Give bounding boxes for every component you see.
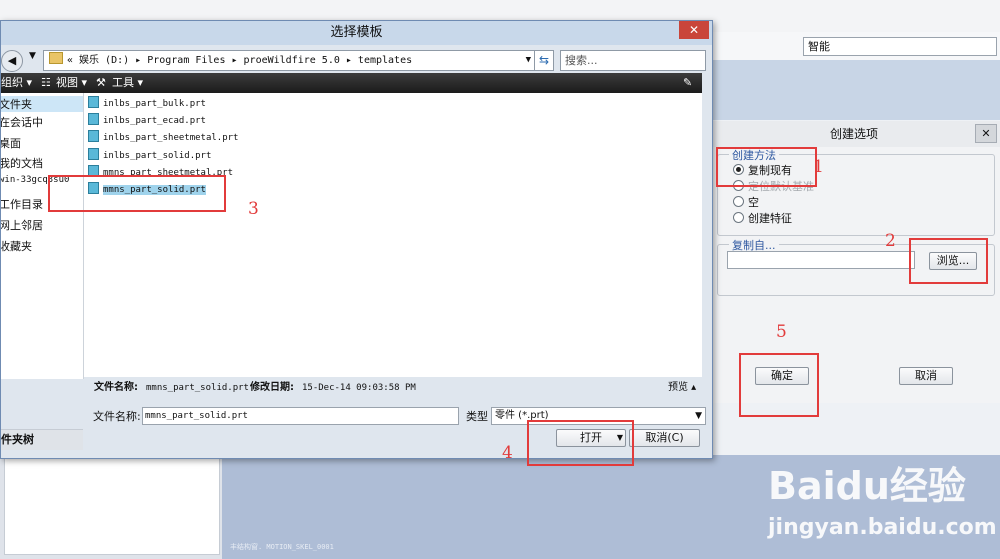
radio-icon [733,196,744,207]
annotation-number-1: 1 [813,157,824,177]
organize-menu[interactable]: 组织 ▾ [1,73,32,93]
annotation-box-2 [909,238,988,284]
list-item[interactable]: inlbs_part_ecad.prt [88,113,206,128]
annotation-number-2: 2 [885,231,896,251]
preview-toggle[interactable]: 预览 ▴ [668,377,696,399]
option-label: 空 [748,196,759,209]
list-item[interactable]: inlbs_part_solid.prt [88,148,211,163]
history-dropdown-icon[interactable]: ▼ [29,51,36,61]
part-file-icon [88,113,99,125]
details-bar: 文件名称: mmns_part_solid.prt 修改日期: 15-Dec-1… [84,377,702,399]
copy-from-input[interactable] [727,251,915,269]
annotation-number-3: 3 [248,199,259,219]
detail-name-label: 文件名称: [94,382,138,393]
tools-menu[interactable]: 工具 ▾ [112,73,143,93]
graphics-area-top [700,60,1000,120]
file-list: inlbs_part_bulk.prt inlbs_part_ecad.prt … [84,93,702,379]
sidebar: 文件夹 在会话中 桌面 我的文档 win-33gcq3su0 工作目录 网上邻居… [1,93,84,379]
annotation-number-4: 4 [502,443,513,463]
grid-icon: ☷ [41,76,51,89]
cancel-button[interactable]: 取消(C) [629,429,700,447]
model-tree-list [4,457,220,555]
sidebar-item-folder[interactable]: 文件夹 [1,96,32,112]
part-file-icon [88,130,99,142]
chevron-down-icon[interactable]: ▼ [526,51,531,70]
detail-name-value: mmns_part_solid.prt [146,383,249,393]
help-icon[interactable]: ✎ [683,73,692,93]
annotation-number-5: 5 [776,322,787,342]
filename-label: 文件名称: [93,410,141,423]
folder-icon [49,52,63,64]
sidebar-item-in-session[interactable]: 在会话中 [1,114,43,130]
annotation-box-3 [48,175,226,212]
model-tree-panel [0,455,222,559]
create-options-close-button[interactable]: ✕ [975,124,997,143]
sidebar-item-working-directory[interactable]: 工作目录 [1,196,43,212]
cancel-button[interactable]: 取消 [899,367,953,385]
sidebar-item-network[interactable]: 网上邻居 [1,217,43,233]
dialog-close-button[interactable]: ✕ [679,21,709,39]
type-label: 类型 [466,410,488,423]
annotation-box-5 [739,353,819,417]
option-create-features[interactable]: 创建特征 [733,210,792,226]
navigation-row: ◀ ▼ « 娱乐 (D:) ▸ Program Files ▸ proeWild… [1,45,712,73]
part-file-icon [88,148,99,160]
create-options-title: 创建选项 [707,121,1000,147]
dialog-title: 选择模板 [1,21,712,45]
sidebar-item-my-documents[interactable]: 我的文档 [1,155,43,171]
list-item[interactable]: inlbs_part_sheetmetal.prt [88,130,238,145]
annotation-box-4 [527,420,634,466]
folder-tree-toggle[interactable]: 件夹树 [1,429,83,450]
annotation-box-1 [716,147,817,187]
search-input[interactable]: 搜索... [560,50,706,71]
select-template-dialog: 选择模板 ✕ ◀ ▼ « 娱乐 (D:) ▸ Program Files ▸ p… [0,20,713,459]
detail-date-value: 15-Dec-14 09:03:58 PM [302,383,416,393]
sidebar-item-desktop[interactable]: 桌面 [1,135,21,151]
filename-input[interactable]: mmns_part_solid.prt [142,407,459,425]
tools-icon: ⚒ [96,76,106,89]
baidu-watermark-url: jingyan.baidu.com [768,515,997,540]
refresh-icon[interactable]: ⇆ [534,50,554,71]
option-empty[interactable]: 空 [733,194,759,210]
part-file-icon [88,96,99,108]
chevron-down-icon: ▼ [695,411,702,421]
views-menu[interactable]: 视图 ▾ [56,73,87,93]
viewport-status-text: 丰结构窗. MOTION_SKEL_0001 [230,543,334,551]
dialog-toolbar: 组织 ▾ ☷ 视图 ▾ ⚒ 工具 ▾ ✎ [1,73,702,93]
address-bar[interactable]: « 娱乐 (D:) ▸ Program Files ▸ proeWildfire… [43,50,535,71]
back-button[interactable]: ◀ [1,50,23,72]
radio-icon [733,212,744,223]
sidebar-item-favorites[interactable]: 收藏夹 [1,238,32,254]
option-label: 创建特征 [748,212,792,225]
list-item[interactable]: inlbs_part_bulk.prt [88,96,206,111]
detail-date-label: 修改日期: [250,382,294,393]
baidu-watermark-logo: Baidu经验 [768,464,966,508]
smart-filter-field[interactable]: 智能 [803,37,997,56]
address-path: « 娱乐 (D:) ▸ Program Files ▸ proeWildfire… [67,55,413,66]
